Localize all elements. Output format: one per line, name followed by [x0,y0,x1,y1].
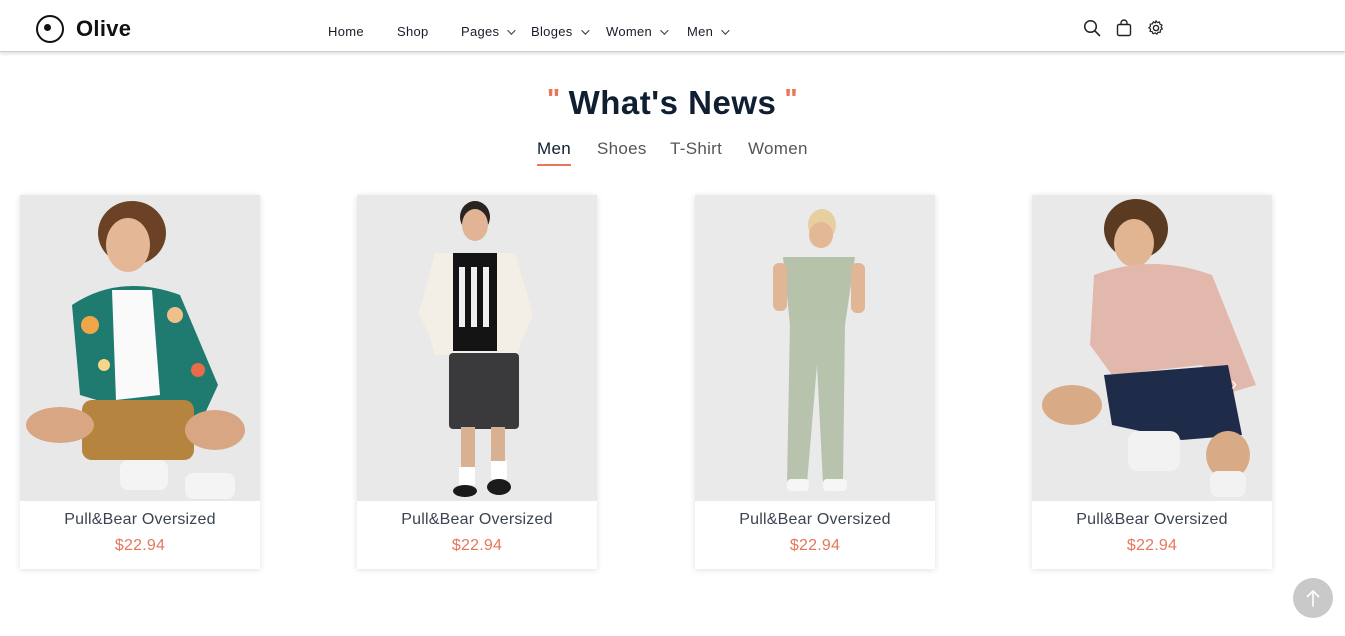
product-card[interactable]: Pull&Bear Oversized $22.94 [357,195,597,569]
product-price: $22.94 [451,537,503,554]
nav-label: Women [606,24,653,39]
chevron-down-icon [721,25,730,35]
nav-label: Men [687,24,714,39]
nav-item-pages[interactable]: Pages [461,24,517,39]
logo-text: Olive [76,16,132,41]
nav-item-women[interactable]: Women [606,24,669,39]
product-price: $22.94 [114,537,166,554]
chevron-down-icon [660,25,669,35]
settings-gear-icon[interactable] [1147,19,1165,37]
nav-label: Bloges [531,24,573,39]
nav-item-men[interactable]: Men [687,24,730,39]
product-image[interactable] [695,195,935,501]
shopping-bag-icon[interactable] [1115,19,1133,37]
product-card[interactable]: Pull&Bear Oversized $22.94 [20,195,260,569]
logo[interactable]: Olive [36,15,131,43]
nav-label: Pages [461,24,500,39]
site-header: Olive Home Shop Pages Bloges Women Men [0,0,1345,52]
arrow-up-icon [1306,590,1320,607]
product-name[interactable]: Pull&Bear Oversized [695,511,935,529]
title-text: What's News [568,84,777,121]
tab-men[interactable]: Men [537,139,571,166]
title-quote-close: " [784,83,799,114]
nav-item-bloges[interactable]: Bloges [531,24,590,39]
section-title: " What's News " [0,83,1345,122]
product-card[interactable]: Pull&Bear Oversized $22.94 [695,195,935,569]
product-name[interactable]: Pull&Bear Oversized [357,511,597,529]
product-image[interactable] [20,195,260,501]
chevron-down-icon [580,25,590,35]
nav-item-home[interactable]: Home [328,24,364,39]
nav-label: Home [328,24,364,39]
product-price: $22.94 [1126,537,1178,554]
category-tabs: Men Shoes T-Shirt Women [0,139,1345,169]
tab-shoes[interactable]: Shoes [597,139,647,159]
nav-label: Shop [397,24,429,39]
product-name[interactable]: Pull&Bear Oversized [1032,511,1272,529]
product-name[interactable]: Pull&Bear Oversized [20,511,260,529]
title-quote-open: " [546,83,561,114]
logo-mark-icon [36,15,64,43]
product-image[interactable] [357,195,597,501]
header-actions [1083,19,1179,37]
search-icon[interactable] [1083,19,1101,37]
product-price: $22.94 [789,537,841,554]
tab-women[interactable]: Women [748,139,808,159]
slider-next-arrow-icon[interactable]: › [1231,374,1237,395]
scroll-to-top-button[interactable] [1293,578,1333,618]
nav-item-shop[interactable]: Shop [397,24,429,39]
product-image[interactable] [1032,195,1272,501]
tab-t-shirt[interactable]: T-Shirt [670,139,722,159]
chevron-down-icon [507,25,517,35]
